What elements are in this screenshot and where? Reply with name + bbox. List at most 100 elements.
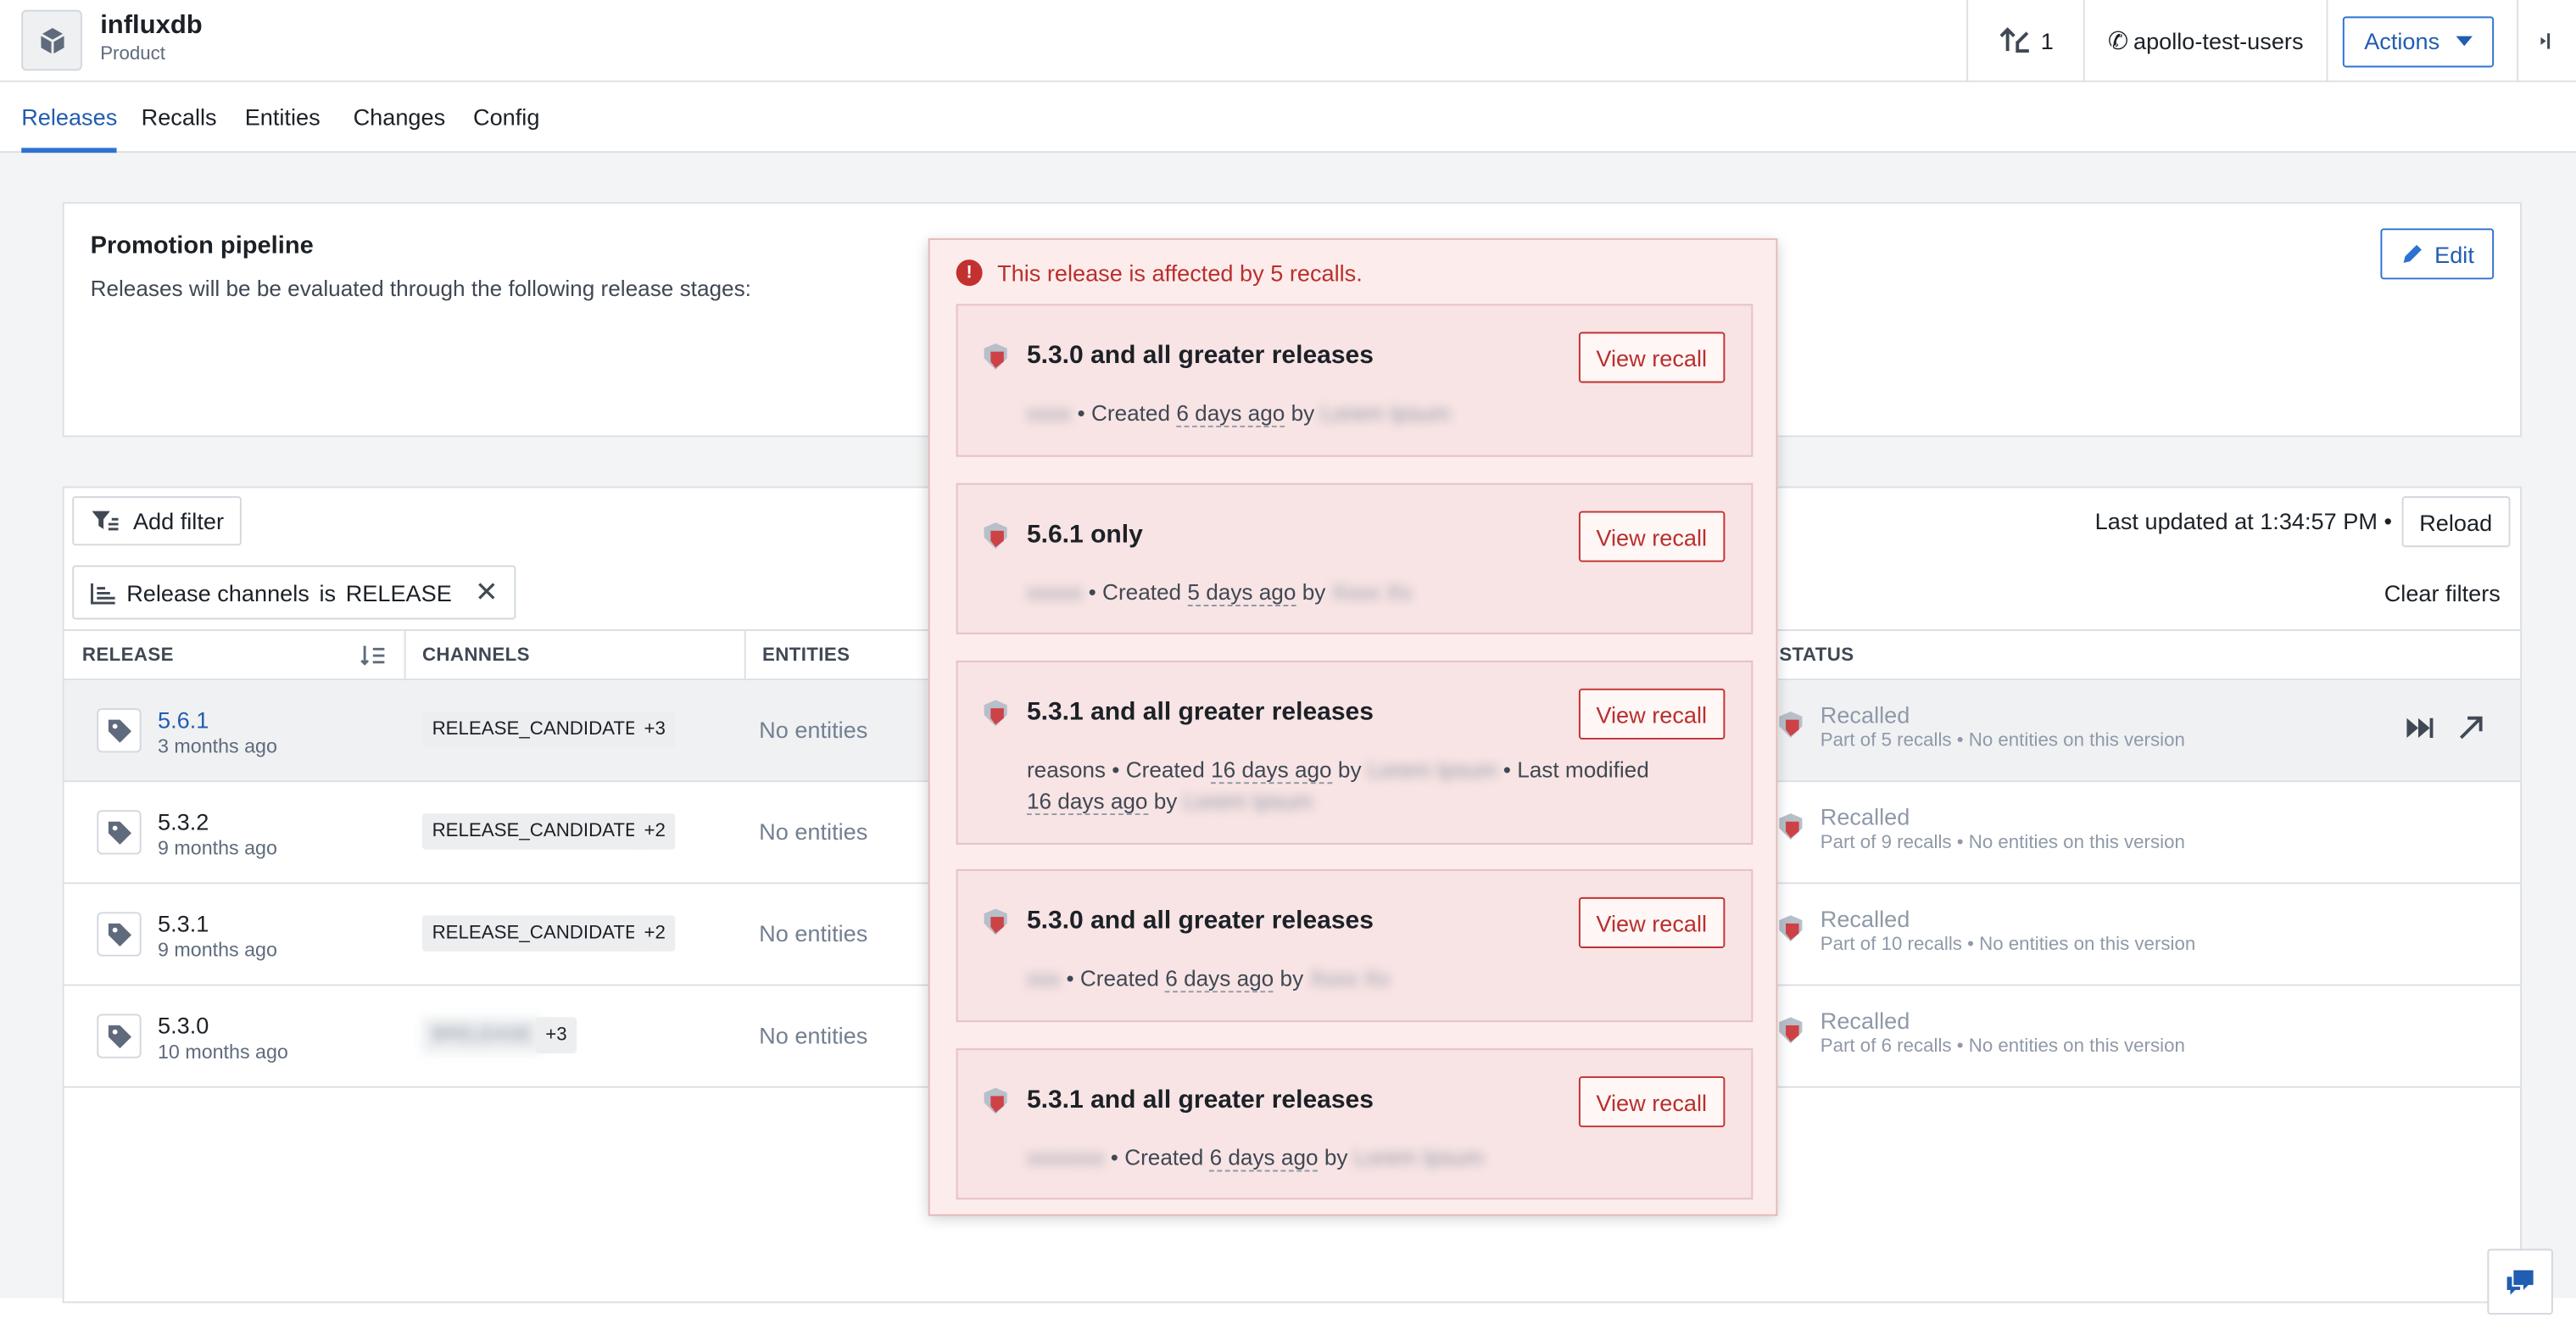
pipeline-description: Releases will be be evaluated through th… <box>90 276 751 301</box>
column-entities: ENTITIES <box>762 645 850 666</box>
app-root: influxdb Product 1 ✆ apollo-test-users A… <box>0 0 2576 1315</box>
column-divider <box>744 631 746 681</box>
channel-tag: RELEASE_CANDIDATE <box>421 915 648 952</box>
view-recall-button[interactable]: View recall <box>1578 896 1726 948</box>
entities-text: No entities <box>759 1022 868 1049</box>
column-divider <box>404 631 406 681</box>
modified-prefix: • Last modified <box>1503 757 1649 783</box>
recall-reason: xxxx <box>1026 400 1072 426</box>
add-filter-button[interactable]: Add filter <box>72 496 243 546</box>
created-time: 5 days ago <box>1187 579 1296 606</box>
recall-meta: reasons • Created 16 days ago by Lorem I… <box>1026 757 1649 784</box>
recall-reason: xxx <box>1026 966 1061 991</box>
reload-button[interactable]: Reload <box>2400 496 2511 548</box>
sidebar-toggle-button[interactable] <box>2517 0 2576 82</box>
status-label: Recalled <box>1820 803 1910 830</box>
tag-icon <box>97 912 142 957</box>
recall-shield-icon <box>1779 1017 1803 1044</box>
last-updated-text: Last updated at 1:34:57 PM • <box>2094 507 2392 534</box>
recall-title: 5.6.1 only <box>1026 521 1143 550</box>
on-call-button[interactable]: ✆ apollo-test-users <box>2083 0 2327 82</box>
release-age: 3 months ago <box>158 734 277 758</box>
recall-card: 5.3.1 and all greater releases View reca… <box>956 660 1754 845</box>
recall-meta: xxxx • Created 6 days ago by Lorem Ipsum <box>1026 400 1450 427</box>
status-label: Recalled <box>1820 905 1910 932</box>
status-detail: Part of 5 recalls • No entities on this … <box>1820 731 2185 751</box>
close-icon[interactable]: ✕ <box>475 576 499 609</box>
channel-more-tag[interactable]: +3 <box>535 1017 577 1053</box>
popover-header: ! This release is affected by 5 recalls. <box>956 260 1363 287</box>
channel-more-tag[interactable]: +2 <box>633 813 676 850</box>
recall-title: 5.3.0 and all greater releases <box>1026 907 1374 935</box>
recall-meta: xxxxxxx • Created 6 days ago by Lorem Ip… <box>1027 1145 1484 1172</box>
release-version[interactable]: 5.3.1 <box>158 910 209 936</box>
status-detail: Part of 9 recalls • No entities on this … <box>1820 833 2185 853</box>
channel-more-tag[interactable]: +3 <box>633 711 676 748</box>
status-detail: Part of 6 recalls • No entities on this … <box>1820 1036 2185 1057</box>
recall-shield-icon <box>984 343 1007 370</box>
by-text: by <box>1153 789 1178 814</box>
channel-tag: BRELEASE <box>421 1017 542 1053</box>
created-prefix: • Created <box>1088 579 1182 605</box>
clear-filters-button[interactable]: Clear filters <box>2384 580 2501 606</box>
on-call-team: apollo-test-users <box>2133 27 2304 54</box>
created-time: 6 days ago <box>1165 966 1274 993</box>
recall-meta-line2: 16 days ago by Lorem Ipsum <box>1026 789 1313 815</box>
recall-shield-icon <box>1779 813 1803 840</box>
fast-forward-icon[interactable] <box>2406 715 2435 741</box>
actions-label: Actions <box>2364 27 2440 54</box>
upload-icon <box>1998 24 2031 59</box>
pending-upgrades-button[interactable]: 1 <box>1966 0 2083 82</box>
view-recall-button[interactable]: View recall <box>1578 688 1726 740</box>
tab-entities[interactable]: Entities <box>245 103 321 148</box>
recall-reason: reasons <box>1026 757 1106 783</box>
top-right-actions: 1 ✆ apollo-test-users Actions <box>1966 0 2576 82</box>
tab-recalls[interactable]: Recalls <box>142 103 217 148</box>
tab-changes[interactable]: Changes <box>354 103 446 148</box>
by-text: by <box>1291 400 1315 426</box>
created-time: 6 days ago <box>1209 1145 1319 1172</box>
view-recall-button[interactable]: View recall <box>1578 1076 1726 1128</box>
feedback-chat-button[interactable] <box>2487 1248 2553 1315</box>
recall-title: 5.3.0 and all greater releases <box>1026 342 1374 370</box>
recall-shield-icon <box>984 908 1007 935</box>
tab-config[interactable]: Config <box>473 103 539 148</box>
edit-pipeline-button[interactable]: Edit <box>2380 228 2495 280</box>
view-recall-button[interactable]: View recall <box>1578 511 1726 562</box>
release-version[interactable]: 5.3.2 <box>158 808 209 835</box>
pending-count: 1 <box>2040 27 2054 54</box>
external-link-icon[interactable] <box>2458 715 2484 741</box>
recall-card: 5.6.1 only View recall xxxxx • Created 5… <box>956 483 1754 634</box>
chat-icon <box>2506 1270 2534 1295</box>
release-version-link[interactable]: 5.6.1 <box>158 706 209 733</box>
channel-tag: RELEASE_CANDIDATE <box>421 813 648 850</box>
product-type: Product <box>100 44 165 64</box>
sort-icon[interactable] <box>360 645 386 667</box>
release-age: 10 months ago <box>158 1040 288 1064</box>
modified-time: 16 days ago <box>1026 789 1148 815</box>
recall-shield-icon <box>1779 915 1803 942</box>
column-status: STATUS <box>1779 645 1854 666</box>
recalls-popover: ! This release is affected by 5 recalls.… <box>928 237 1778 1216</box>
release-age: 9 months ago <box>158 938 277 962</box>
channel-tag: RELEASE_CANDIDATE <box>421 711 648 748</box>
actions-button[interactable]: Actions <box>2343 15 2495 67</box>
channel-more-tag[interactable]: +2 <box>633 915 676 952</box>
release-age: 9 months ago <box>158 836 277 860</box>
recall-card: 5.3.0 and all greater releases View reca… <box>956 304 1754 457</box>
created-prefix: • Created <box>1110 1145 1204 1170</box>
recall-author: Lorem Ipsum <box>1353 1145 1484 1170</box>
by-text: by <box>1280 966 1304 991</box>
release-version[interactable]: 5.3.0 <box>158 1013 209 1039</box>
actions-cell: Actions <box>2326 0 2517 82</box>
top-bar: influxdb Product 1 ✆ apollo-test-users A… <box>0 0 2576 82</box>
pipeline-title: Promotion pipeline <box>90 232 314 260</box>
tab-releases[interactable]: Releases <box>21 103 118 154</box>
entities-text: No entities <box>759 716 868 743</box>
view-recall-button[interactable]: View recall <box>1578 332 1726 383</box>
status-label: Recalled <box>1820 701 1910 729</box>
caret-down-icon <box>2456 36 2473 47</box>
filter-field: Release channels <box>126 578 309 606</box>
recall-title: 5.3.1 and all greater releases <box>1026 698 1374 727</box>
filter-add-icon <box>92 511 119 531</box>
